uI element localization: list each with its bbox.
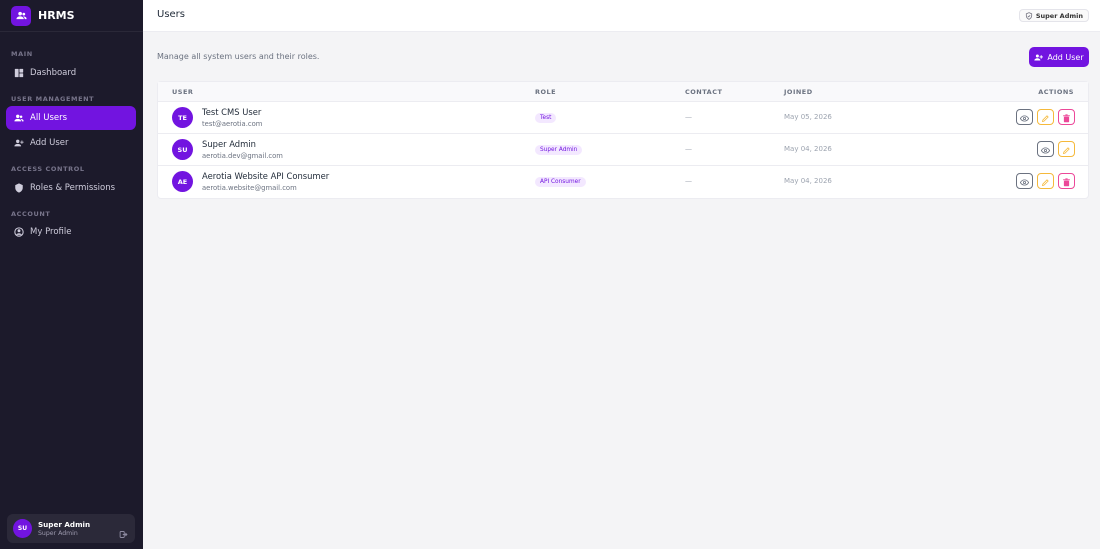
role-badge: Super Admin — [535, 145, 583, 155]
user-contact: — — [685, 113, 692, 121]
shield-icon — [1025, 11, 1033, 20]
column-header-actions: ACTIONS — [1038, 88, 1074, 96]
sidebar-item-dashboard[interactable]: Dashboard — [6, 61, 136, 85]
user-circle-icon — [14, 227, 24, 237]
column-header-joined: JOINED — [784, 88, 813, 96]
section-label-account: ACCOUNT — [11, 210, 51, 218]
brand[interactable]: HRMS — [0, 0, 143, 32]
sidebar-user-card[interactable]: SU Super Admin Super Admin — [7, 514, 135, 543]
sidebar-item-all-users[interactable]: All Users — [6, 106, 136, 130]
avatar: SU — [172, 139, 193, 160]
user-contact: — — [685, 145, 692, 153]
avatar: AE — [172, 171, 193, 192]
table-row: AE Aerotia Website API Consumer aerotia.… — [158, 166, 1088, 198]
role-badge: API Consumer — [535, 177, 586, 187]
eye-icon — [1040, 140, 1051, 159]
shield-icon — [14, 183, 24, 193]
section-label-access-control: ACCESS CONTROL — [11, 165, 85, 173]
app-name: HRMS — [38, 9, 75, 22]
add-user-button[interactable]: Add User — [1029, 47, 1089, 67]
edit-button[interactable] — [1058, 141, 1075, 157]
table-row: TE Test CMS User test@aerotia.com Test —… — [158, 102, 1088, 134]
page-title: Users — [157, 9, 186, 20]
column-header-role: ROLE — [535, 88, 557, 96]
sidebar-item-roles-permissions[interactable]: Roles & Permissions — [6, 176, 136, 200]
topbar: Users Super Admin — [143, 0, 1100, 32]
sidebar-item-label: My Profile — [30, 227, 72, 237]
sidebar-item-label: Add User — [30, 138, 69, 148]
user-email: test@aerotia.com — [202, 120, 263, 128]
user-joined: May 05, 2026 — [784, 113, 832, 121]
role-chip: Super Admin — [1018, 9, 1089, 22]
table-header: USER ROLE CONTACT JOINED ACTIONS — [158, 82, 1088, 102]
column-header-contact: CONTACT — [685, 88, 723, 96]
sidebar-item-label: Roles & Permissions — [30, 183, 116, 193]
user-name: Test CMS User — [202, 107, 262, 117]
avatar: SU — [13, 519, 32, 538]
delete-button[interactable] — [1058, 173, 1075, 189]
avatar: TE — [172, 107, 193, 128]
view-button[interactable] — [1037, 141, 1054, 157]
users-icon — [14, 113, 24, 123]
user-joined: May 04, 2026 — [784, 177, 832, 185]
table-row: SU Super Admin aerotia.dev@gmail.com Sup… — [158, 134, 1088, 166]
eye-icon — [1019, 108, 1030, 127]
view-button[interactable] — [1016, 173, 1033, 189]
user-email: aerotia.website@gmail.com — [202, 184, 297, 192]
trash-icon — [1062, 108, 1071, 127]
user-name: Aerotia Website API Consumer — [202, 171, 330, 181]
sidebar-item-label: All Users — [30, 113, 68, 123]
user-plus-icon — [1034, 53, 1044, 62]
add-user-button-label: Add User — [1047, 52, 1084, 62]
user-plus-icon — [14, 138, 24, 148]
role-badge: Test — [535, 113, 557, 123]
user-contact: — — [685, 177, 692, 185]
logout-icon[interactable] — [119, 524, 128, 538]
section-label-main: MAIN — [11, 50, 33, 58]
view-button[interactable] — [1016, 109, 1033, 125]
users-icon — [11, 5, 31, 26]
pencil-icon — [1041, 108, 1050, 127]
user-joined: May 04, 2026 — [784, 145, 832, 153]
edit-button[interactable] — [1037, 109, 1054, 125]
sidebar-item-label: Dashboard — [30, 68, 77, 78]
edit-button[interactable] — [1037, 173, 1054, 189]
user-name: Super Admin — [202, 139, 256, 149]
section-label-user-management: USER MANAGEMENT — [11, 95, 95, 103]
page-subtitle: Manage all system users and their roles. — [157, 52, 320, 61]
user-email: aerotia.dev@gmail.com — [202, 152, 283, 160]
user-card-name: Super Admin — [38, 520, 91, 529]
role-chip-label: Super Admin — [1035, 11, 1083, 20]
pencil-icon — [1062, 140, 1071, 159]
sidebar-item-my-profile[interactable]: My Profile — [6, 220, 136, 244]
sidebar: HRMS MAIN Dashboard USER MANAGEMENT All … — [0, 0, 143, 549]
user-card-role: Super Admin — [38, 530, 78, 537]
dashboard-icon — [14, 68, 24, 78]
users-table: USER ROLE CONTACT JOINED ACTIONS TE Test… — [157, 81, 1089, 199]
delete-button[interactable] — [1058, 109, 1075, 125]
eye-icon — [1019, 172, 1030, 191]
column-header-user: USER — [172, 88, 194, 96]
sidebar-item-add-user[interactable]: Add User — [6, 131, 136, 155]
trash-icon — [1062, 172, 1071, 191]
pencil-icon — [1041, 172, 1050, 191]
